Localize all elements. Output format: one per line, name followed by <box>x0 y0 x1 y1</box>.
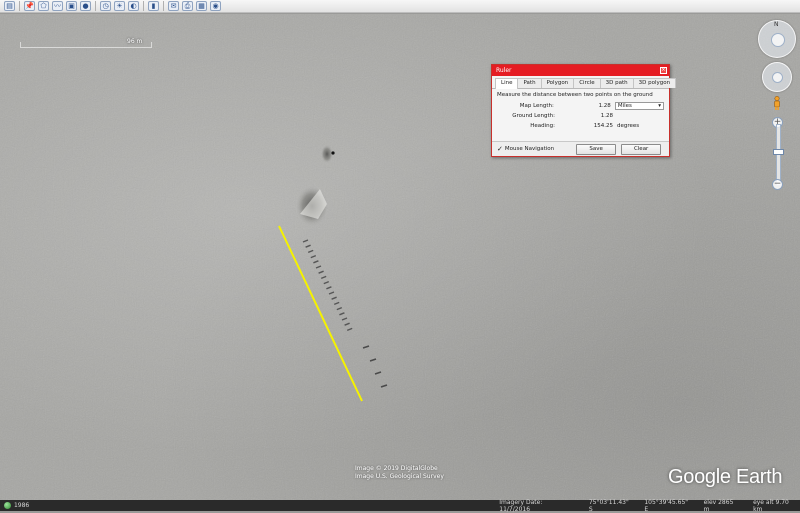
tab-circle[interactable]: Circle <box>573 78 601 88</box>
ground-length-label: Ground Length: <box>512 113 555 119</box>
imagery-attribution: Image © 2019 DigitalGlobe Image U.S. Geo… <box>355 465 444 481</box>
heading-label: Heading: <box>530 123 555 129</box>
add-overlay-button[interactable]: ▣ <box>66 1 77 11</box>
ruler-footer: ✓ Mouse Navigation Save Clear <box>492 141 669 156</box>
ruler-body: Measure the distance between two points … <box>492 89 669 134</box>
tab-3d-polygon[interactable]: 3D polygon <box>632 78 677 88</box>
sunlight-button[interactable]: ☀ <box>114 1 125 11</box>
move-joystick[interactable] <box>772 72 783 83</box>
ruler-dialog: Ruler × Line Path Polygon Circle 3D path 3D p… <box>491 64 677 157</box>
clear-button[interactable]: Clear <box>621 143 662 155</box>
map-length-label: Map Length: <box>519 103 554 109</box>
zoom-out-button[interactable]: − <box>772 179 783 190</box>
unit-select-value: Miles <box>617 103 632 109</box>
close-icon[interactable]: × <box>660 67 667 74</box>
tour-year: 1986 <box>13 502 30 509</box>
add-placemark-button[interactable]: 📌 <box>24 1 35 11</box>
look-control[interactable]: N <box>758 20 796 58</box>
status-bar: 1986 Imagery Date: 11/7/2016 75°03'11.43… <box>0 498 800 513</box>
eye-altitude: eye alt 9.70 km <box>753 498 789 513</box>
save-image-button[interactable]: ▦ <box>196 1 207 11</box>
move-control[interactable] <box>762 62 792 92</box>
historical-imagery-button[interactable]: ◷ <box>100 1 111 11</box>
view-in-maps-button[interactable]: ◉ <box>210 1 221 11</box>
mouse-navigation-checkbox[interactable]: ✓ <box>497 145 503 153</box>
latitude: 75°03'11.43" S <box>588 498 629 513</box>
email-button[interactable]: ✉ <box>168 1 179 11</box>
ground-length-row: Ground Length: 1.28 <box>497 111 664 121</box>
scale-label: 96 m <box>127 38 143 45</box>
add-path-button[interactable]: 〰 <box>52 1 63 11</box>
tab-line[interactable]: Line <box>495 78 519 89</box>
zoom-slider-handle[interactable] <box>773 149 784 155</box>
record-tour-button[interactable]: ● <box>80 1 91 11</box>
google-earth-logo: Google Earth <box>668 466 783 488</box>
look-joystick[interactable] <box>771 33 785 47</box>
toolbar-separator <box>95 1 96 11</box>
longitude: 105°39'45.65" E <box>644 498 689 513</box>
toolbar: ▤ 📌 ⬠ 〰 ▣ ● ◷ ☀ ◐ ▮ ✉ ⎙ ▦ ◉ <box>0 0 800 13</box>
terrain-dark-spot <box>331 151 335 155</box>
tab-polygon[interactable]: Polygon <box>540 78 575 88</box>
toolbar-separator <box>143 1 144 11</box>
heading-value: 154.25 <box>593 123 613 129</box>
toolbar-separator <box>163 1 164 11</box>
toolbar-separator <box>19 1 20 11</box>
tab-3d-path[interactable]: 3D path <box>599 78 634 88</box>
chevron-down-icon: ▾ <box>658 103 661 109</box>
ruler-titlebar[interactable]: Ruler × <box>492 65 669 76</box>
save-button[interactable]: Save <box>576 143 617 155</box>
terrain-peak <box>321 145 333 163</box>
attribution-line-2: Image U.S. Geological Survey <box>355 473 444 480</box>
terrain-texture <box>0 14 800 500</box>
planets-button[interactable]: ◐ <box>128 1 139 11</box>
print-button[interactable]: ⎙ <box>182 1 193 11</box>
heading-unit: degrees <box>617 123 640 129</box>
ruler-button[interactable]: ▮ <box>148 1 159 11</box>
add-polygon-button[interactable]: ⬠ <box>38 1 49 11</box>
heading-row: Heading: 154.25 degrees <box>497 121 664 131</box>
globe-icon[interactable] <box>4 502 11 509</box>
imagery-date: Imagery Date: 11/7/2016 <box>499 498 543 513</box>
elevation: elev 2865 m <box>703 498 734 513</box>
ruler-tab-bar: Line Path Polygon Circle 3D path 3D polygon <box>492 76 677 89</box>
tab-path[interactable]: Path <box>517 78 542 88</box>
attribution-line-1: Image © 2019 DigitalGlobe <box>355 465 438 472</box>
map-view[interactable]: 96 m <box>0 14 800 500</box>
street-view-pegman-icon[interactable] <box>773 96 781 110</box>
unit-select[interactable]: Miles ▾ <box>614 102 664 110</box>
ground-length-value: 1.28 <box>600 113 613 119</box>
ruler-description: Measure the distance between two points … <box>497 92 653 98</box>
snow-grain <box>0 14 800 500</box>
mouse-navigation-label: Mouse Navigation <box>504 146 555 152</box>
ruler-title: Ruler <box>496 67 512 74</box>
zoom-slider-track[interactable] <box>776 124 781 186</box>
sidebar-toggle-button[interactable]: ▤ <box>4 1 15 11</box>
map-length-row: Map Length: 1.28 Miles ▾ <box>497 101 664 111</box>
north-indicator-icon[interactable]: N <box>774 21 779 28</box>
map-length-value: 1.28 <box>598 103 611 109</box>
